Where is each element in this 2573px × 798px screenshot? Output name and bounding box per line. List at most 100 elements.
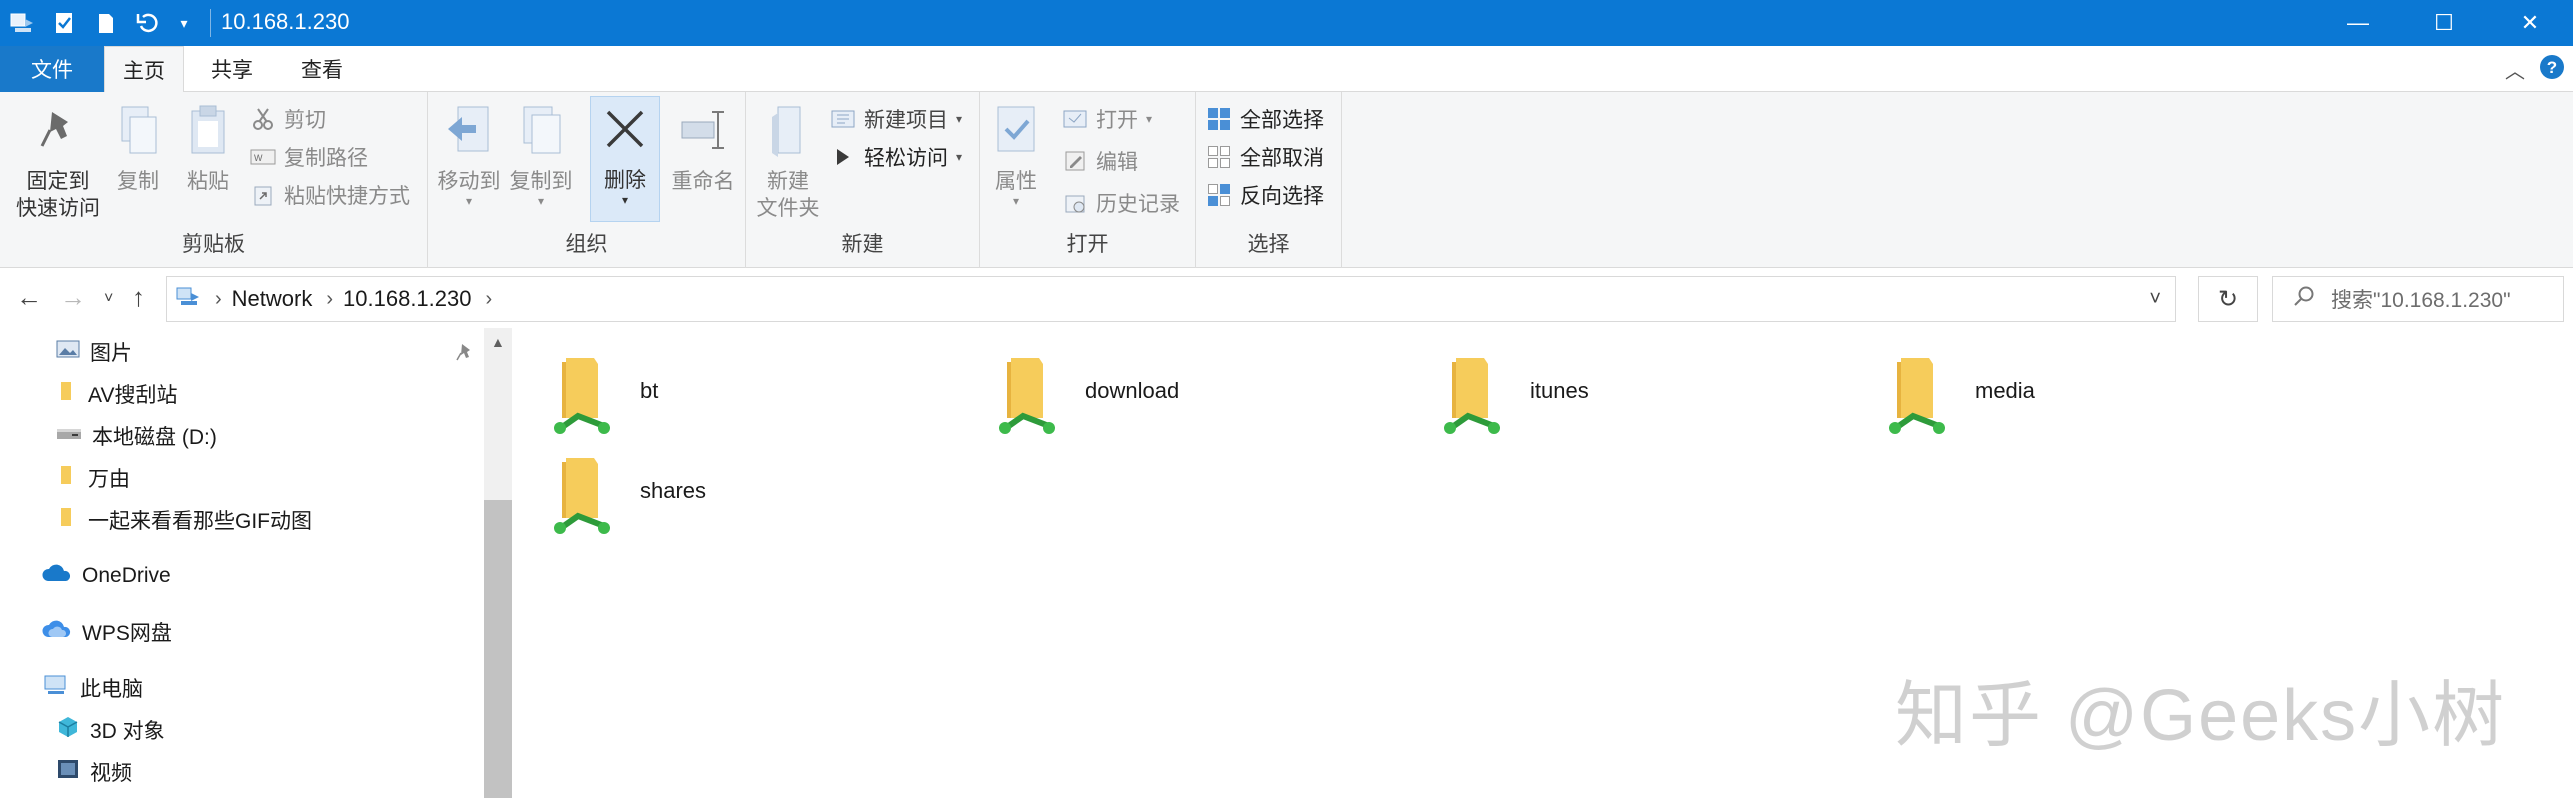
maximize-button[interactable]: ☐ bbox=[2401, 0, 2487, 46]
new-item-button[interactable]: 新建项目 ▾ bbox=[830, 102, 962, 136]
tab-home[interactable]: 主页 bbox=[104, 46, 184, 93]
delete-dropdown-icon: ▾ bbox=[621, 193, 629, 207]
nav-item-wps-cloud[interactable]: WPS网盘 bbox=[42, 612, 172, 652]
properties-icon[interactable] bbox=[50, 9, 78, 37]
new-item-dropdown-icon: ▾ bbox=[956, 112, 963, 126]
invert-selection-icon bbox=[1206, 182, 1232, 208]
network-computer-icon[interactable] bbox=[8, 9, 36, 37]
nav-item-local-disk-d[interactable]: 本地磁盘 (D:) bbox=[56, 416, 217, 456]
network-share-folder-icon bbox=[999, 358, 1055, 434]
copy-to-button[interactable]: 复制到 ▾ bbox=[506, 98, 576, 207]
breadcrumb-host[interactable]: 10.168.1.230 bbox=[343, 286, 471, 312]
copy-to-icon bbox=[511, 98, 571, 162]
nav-item-videos[interactable]: 视频 bbox=[56, 752, 132, 792]
move-to-button[interactable]: 移动到 ▾ bbox=[434, 98, 504, 207]
forward-arrow-icon[interactable]: → bbox=[60, 282, 86, 313]
search-input[interactable]: 搜索"10.168.1.230" bbox=[2272, 276, 2564, 322]
breadcrumb-network[interactable]: Network bbox=[232, 286, 313, 312]
new-folder-qat-icon[interactable] bbox=[92, 9, 120, 37]
copy-to-dropdown-icon: ▾ bbox=[537, 194, 545, 208]
open-label: 打开 bbox=[1096, 109, 1138, 132]
minimize-button[interactable]: — bbox=[2315, 0, 2401, 46]
share-folder-item[interactable]: itunes bbox=[1438, 348, 1589, 444]
select-group: 全部选择 全部取消 反向选择 选择 bbox=[1196, 92, 1342, 268]
select-none-button[interactable]: 全部取消 bbox=[1206, 140, 1324, 174]
minimize-icon: — bbox=[2347, 10, 2369, 35]
paste-button[interactable]: 粘贴 bbox=[176, 98, 240, 195]
address-bar[interactable]: › Network › 10.168.1.230 › ˅ bbox=[166, 276, 2176, 322]
recent-locations-icon[interactable]: ˅ bbox=[104, 290, 113, 308]
pin-quick-access-button[interactable]: 固定到 快速访问 bbox=[10, 98, 106, 222]
history-button[interactable]: 历史记录 bbox=[1062, 186, 1180, 220]
cloud-icon bbox=[42, 619, 72, 645]
nav-scrollbar-thumb[interactable] bbox=[484, 500, 512, 798]
nav-item-gif-folder[interactable]: 一起来看看那些GIF动图 bbox=[56, 500, 312, 540]
share-folder-item[interactable]: media bbox=[1883, 348, 2035, 444]
nav-item-label: 一起来看看那些GIF动图 bbox=[88, 510, 312, 533]
easy-access-button[interactable]: 轻松访问 ▾ bbox=[830, 140, 962, 174]
move-to-icon bbox=[439, 98, 499, 162]
share-folder-item[interactable]: bt bbox=[548, 348, 658, 444]
nav-item-onedrive[interactable]: OneDrive bbox=[42, 556, 171, 596]
onedrive-icon bbox=[42, 563, 72, 589]
paste-shortcut-button[interactable]: 粘贴快捷方式 bbox=[250, 178, 410, 212]
share-folder-item[interactable]: shares bbox=[548, 448, 706, 544]
up-arrow-icon[interactable]: ↑ bbox=[132, 282, 145, 313]
nav-item-av-site[interactable]: AV搜刮站 bbox=[56, 374, 177, 414]
organize-group: 移动到 ▾ 复制到 ▾ 删除 ▾ 重命名 组织 bbox=[428, 92, 746, 268]
back-arrow-icon[interactable]: ← bbox=[16, 282, 42, 313]
tab-file[interactable]: 文件 bbox=[0, 46, 104, 92]
nav-item-pictures[interactable]: 图片 bbox=[56, 332, 132, 372]
collapse-ribbon-icon[interactable]: ︿ bbox=[2505, 55, 2525, 84]
nav-item-this-pc[interactable]: 此电脑 bbox=[42, 668, 143, 708]
copy-button[interactable]: 复制 bbox=[106, 98, 170, 195]
tab-view[interactable]: 查看 bbox=[280, 46, 364, 92]
tab-share[interactable]: 共享 bbox=[190, 46, 274, 92]
properties-button[interactable]: 属性 ▾ bbox=[986, 98, 1046, 207]
window-title: 10.168.1.230 bbox=[221, 9, 350, 34]
edit-button[interactable]: 编辑 bbox=[1062, 144, 1138, 178]
edit-pencil-icon bbox=[1062, 148, 1088, 174]
new-item-icon bbox=[830, 106, 856, 132]
rename-button[interactable]: 重命名 bbox=[664, 98, 742, 195]
select-all-button[interactable]: 全部选择 bbox=[1206, 102, 1324, 136]
select-group-title: 选择 bbox=[1247, 233, 1290, 256]
invert-selection-button[interactable]: 反向选择 bbox=[1206, 178, 1324, 212]
move-to-label: 移动到 bbox=[437, 170, 501, 193]
nav-item-3d-objects[interactable]: 3D 对象 bbox=[56, 710, 165, 750]
select-all-label: 全部选择 bbox=[1240, 109, 1324, 132]
undo-icon[interactable] bbox=[134, 9, 162, 37]
new-folder-button[interactable]: 新建 文件夹 bbox=[750, 98, 826, 222]
close-button[interactable]: ✕ bbox=[2487, 0, 2573, 46]
new-folder-icon bbox=[758, 98, 818, 162]
open-dropdown-icon: ▾ bbox=[1146, 112, 1153, 126]
share-folder-item[interactable]: download bbox=[993, 348, 1179, 444]
refresh-button[interactable]: ↻ bbox=[2198, 276, 2258, 322]
pin-icon[interactable] bbox=[456, 342, 474, 367]
nav-item-label: 视频 bbox=[90, 762, 132, 785]
qat-dropdown-icon[interactable]: ▾ bbox=[176, 9, 192, 37]
breadcrumb-separator[interactable]: › bbox=[215, 288, 222, 311]
nav-item-wanyou[interactable]: 万由 bbox=[56, 458, 130, 498]
address-history-dropdown-icon[interactable]: ˅ bbox=[2149, 288, 2161, 311]
breadcrumb-separator[interactable]: › bbox=[486, 288, 493, 311]
scroll-up-icon[interactable]: ▲ bbox=[491, 334, 505, 350]
nav-item-label: 本地磁盘 (D:) bbox=[92, 426, 217, 449]
paste-shortcut-label: 粘贴快捷方式 bbox=[284, 185, 410, 208]
navigation-pane: 图片 AV搜刮站 本地磁盘 (D:) 万由 一起来看看那些GIF动图 OneDr… bbox=[0, 328, 484, 798]
cut-button[interactable]: 剪切 bbox=[250, 102, 326, 136]
breadcrumb-separator[interactable]: › bbox=[326, 288, 333, 311]
watermark: 知乎 @Geeks小树 bbox=[1895, 676, 2507, 756]
select-none-icon bbox=[1206, 144, 1232, 170]
quick-access-toolbar: ▾ bbox=[8, 6, 211, 40]
copy-path-icon: W bbox=[250, 144, 276, 170]
easy-access-label: 轻松访问 bbox=[864, 147, 948, 170]
open-button[interactable]: 打开 ▾ bbox=[1062, 102, 1152, 136]
pictures-icon bbox=[56, 339, 80, 365]
qat-separator bbox=[210, 9, 211, 37]
delete-button[interactable]: 删除 ▾ bbox=[590, 96, 660, 222]
nav-item-label: OneDrive bbox=[82, 564, 171, 587]
search-icon bbox=[2293, 285, 2315, 313]
copy-path-button[interactable]: W 复制路径 bbox=[250, 140, 368, 174]
help-icon[interactable]: ? bbox=[2539, 54, 2565, 85]
